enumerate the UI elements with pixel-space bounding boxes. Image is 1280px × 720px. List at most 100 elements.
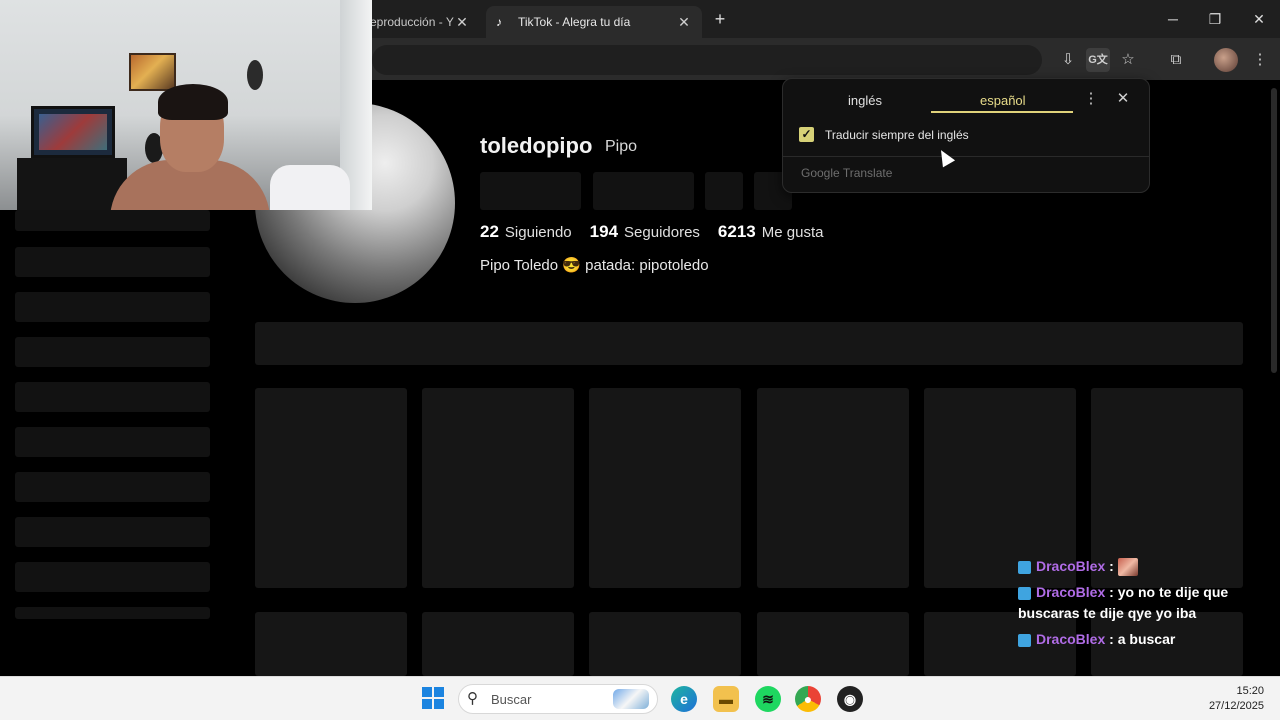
taskbar-search-box[interactable]: ⚲ Buscar xyxy=(458,684,658,714)
webcam-tv-screen xyxy=(39,114,107,150)
video-card-skeleton[interactable] xyxy=(255,612,407,676)
taskbar-clock[interactable]: 15:20 27/12/2025 xyxy=(1209,684,1264,714)
video-card-skeleton[interactable] xyxy=(589,388,741,588)
video-card-skeleton[interactable] xyxy=(255,388,407,588)
clock-date: 27/12/2025 xyxy=(1208,700,1264,712)
chat-message: DracoBlex : xyxy=(1018,556,1280,577)
google-word: Google xyxy=(801,166,840,180)
chat-message: DracoBlex : a buscar xyxy=(1018,629,1280,650)
chat-username: DracoBlex xyxy=(1036,584,1106,600)
sidebar-skeleton-item xyxy=(15,517,210,547)
likes-label: Me gusta xyxy=(761,224,824,241)
sidebar-skeleton-item xyxy=(15,337,210,367)
translate-word: Translate xyxy=(842,166,893,180)
spotify-icon[interactable]: ≋ xyxy=(755,686,781,712)
translate-icon[interactable]: G文 xyxy=(1086,48,1110,72)
chat-separator: : xyxy=(1105,584,1118,600)
minimize-button[interactable]: ─ xyxy=(1158,8,1188,30)
profile-username: toledopipo xyxy=(480,133,593,158)
add-friend-button-skeleton[interactable] xyxy=(705,172,743,210)
chat-emote-icon xyxy=(1117,558,1138,577)
source-language-tab[interactable]: inglés xyxy=(848,93,882,108)
tab-youtube[interactable]: eproducción - Y ✕ xyxy=(360,6,480,38)
always-translate-label: Traducir siempre del inglés xyxy=(825,128,969,142)
search-highlight-image xyxy=(613,689,649,709)
target-language-tab[interactable]: español xyxy=(980,93,1026,108)
video-card-skeleton[interactable] xyxy=(589,612,741,676)
close-icon[interactable]: ✕ xyxy=(676,14,692,31)
sidebar-skeleton-item xyxy=(15,472,210,502)
webcam-painting xyxy=(129,53,176,91)
divider xyxy=(783,156,1149,157)
more-options-icon[interactable]: ⋮ xyxy=(1081,89,1101,109)
following-count: 22 xyxy=(480,222,499,241)
webcam-bed xyxy=(270,165,350,210)
webcam-furniture xyxy=(17,158,127,210)
chrome-icon[interactable]: ● xyxy=(795,686,821,712)
profile-bio: Pipo Toledo 😎 patada: pipotoledo xyxy=(480,257,709,274)
file-explorer-icon[interactable]: ▬ xyxy=(713,686,739,712)
sidebar-skeleton-item xyxy=(15,292,210,322)
active-tab-indicator xyxy=(931,111,1073,113)
close-window-button[interactable]: ✕ xyxy=(1244,8,1274,30)
chat-badge-icon xyxy=(1018,586,1031,600)
always-translate-checkbox[interactable]: ✓ xyxy=(799,127,814,142)
tab-tiktok[interactable]: ♪ TikTok - Alegra tu día ✕ xyxy=(486,6,702,38)
screen: eproducción - Y ✕ ♪ TikTok - Alegra tu d… xyxy=(0,0,1280,720)
windows-taskbar: ⚲ Buscar e ▬ ≋ ● ◉ 15:20 27/12/2025 xyxy=(0,676,1280,720)
edge-icon[interactable]: e xyxy=(671,686,697,712)
translate-popup: inglés español ⋮ ✕ ✓ Traducir siempre de… xyxy=(782,78,1150,193)
profile-stats: 22 Siguiendo 194 Seguidores 6213 Me gusta xyxy=(480,222,823,242)
obs-icon[interactable]: ◉ xyxy=(837,686,863,712)
likes-count: 6213 xyxy=(717,222,756,241)
webcam-overlay xyxy=(0,0,372,210)
windows-start-icon[interactable] xyxy=(422,687,444,709)
search-placeholder: Buscar xyxy=(491,692,532,707)
video-card-skeleton[interactable] xyxy=(422,612,574,676)
webcam-person-hair xyxy=(158,84,228,120)
chat-username: DracoBlex xyxy=(1036,558,1106,574)
video-card-skeleton[interactable] xyxy=(757,612,909,676)
following-stat[interactable]: 22 Siguiendo xyxy=(480,222,572,242)
google-translate-branding: Google Translate xyxy=(801,166,892,180)
chat-badge-icon xyxy=(1018,633,1031,647)
following-label: Siguiendo xyxy=(504,224,572,241)
new-tab-button[interactable]: + xyxy=(708,8,732,32)
search-icon: ⚲ xyxy=(467,690,478,707)
sidebar-skeleton-item xyxy=(15,382,210,412)
menu-dots-icon[interactable]: ⋮ xyxy=(1248,48,1272,72)
sidebar-skeleton-item xyxy=(15,247,210,277)
video-card-skeleton[interactable] xyxy=(757,388,909,588)
follow-button-skeleton[interactable] xyxy=(480,172,581,210)
close-icon[interactable]: ✕ xyxy=(1113,89,1133,109)
page-scrollbar[interactable] xyxy=(1271,88,1277,373)
chat-message: DracoBlex : yo no te dije que buscaras t… xyxy=(1018,582,1280,624)
chat-separator: : xyxy=(1105,631,1118,647)
chat-username: DracoBlex xyxy=(1036,631,1106,647)
install-app-icon[interactable]: ⇩ xyxy=(1056,48,1080,72)
bookmark-star-icon[interactable]: ☆ xyxy=(1116,48,1140,72)
address-bar[interactable] xyxy=(372,45,1042,75)
chat-badge-icon xyxy=(1018,560,1031,574)
profile-avatar[interactable] xyxy=(1214,48,1238,72)
tab-label: eproducción - Y xyxy=(370,15,454,29)
chat-text: a buscar xyxy=(1117,631,1176,647)
webcam-wall-mask xyxy=(247,60,263,90)
clock-time: 15:20 xyxy=(1236,685,1264,697)
video-card-skeleton[interactable] xyxy=(422,388,574,588)
tiktok-icon: ♪ xyxy=(496,15,502,29)
likes-stat: 6213 Me gusta xyxy=(718,222,824,242)
extensions-icon[interactable]: ⧉ xyxy=(1164,48,1188,72)
followers-count: 194 xyxy=(589,222,619,241)
message-button-skeleton[interactable] xyxy=(593,172,694,210)
profile-nickname: Pipo xyxy=(605,138,638,155)
followers-stat[interactable]: 194 Seguidores xyxy=(590,222,700,242)
close-icon[interactable]: ✕ xyxy=(454,14,470,31)
chat-separator: : xyxy=(1105,558,1118,574)
followers-label: Seguidores xyxy=(624,224,700,241)
restore-button[interactable]: ❐ xyxy=(1200,8,1230,30)
sidebar-skeleton-item xyxy=(15,562,210,592)
webcam-tv xyxy=(31,106,115,158)
stream-chat-overlay: DracoBlex : DracoBlex : yo no te dije qu… xyxy=(1018,556,1280,655)
tab-label: TikTok - Alegra tu día xyxy=(518,15,631,29)
